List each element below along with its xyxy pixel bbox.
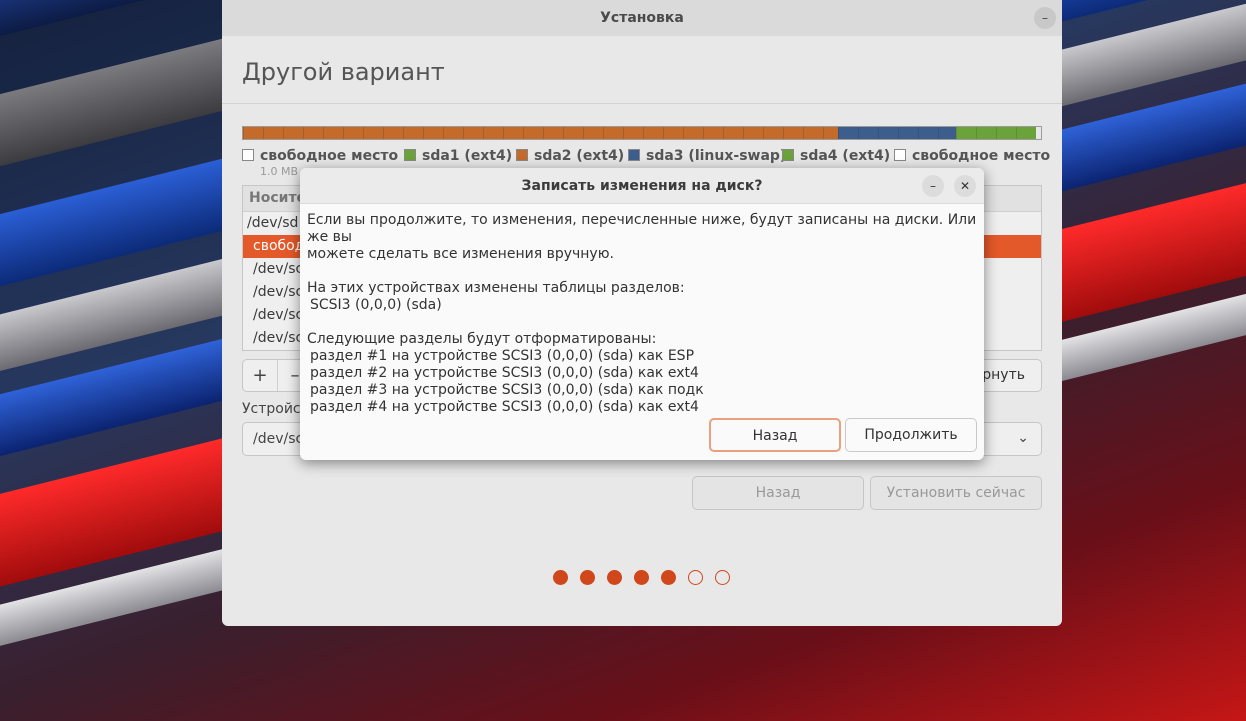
- legend-item-sda2: sda2 (ext4): [516, 148, 624, 164]
- tables-heading: На этих устройствах изменены таблицы раз…: [307, 280, 685, 296]
- progress-dots: [553, 570, 742, 585]
- format-heading: Следующие разделы будут отформатированы:: [307, 331, 657, 347]
- dialog-back-button[interactable]: Назад: [709, 418, 841, 452]
- partition-segment: [955, 127, 1037, 139]
- legend-label: sda1 (ext4): [422, 148, 513, 164]
- partition-bar: [242, 126, 1042, 140]
- progress-dot: [634, 570, 649, 585]
- legend-item-free-start: свободное место 1.0 MB: [242, 148, 399, 178]
- chevron-down-icon: ⌄: [1017, 430, 1029, 446]
- format-item: раздел #3 на устройстве SCSI3 (0,0,0) (s…: [310, 382, 704, 398]
- legend-swatch: [242, 149, 254, 161]
- back-button[interactable]: Назад: [692, 476, 864, 510]
- progress-dot: [580, 570, 595, 585]
- dialog-intro-line: можете сделать все изменения вручную.: [307, 246, 614, 262]
- add-partition-button[interactable]: +: [243, 360, 278, 391]
- dialog-message: Если вы продолжите, то изменения, перечи…: [307, 212, 983, 416]
- legend-swatch: [628, 149, 640, 161]
- legend-label: sda3 (linux-swap): [646, 148, 787, 164]
- legend-label: sda4 (ext4): [800, 148, 891, 164]
- legend-swatch: [404, 149, 416, 161]
- format-item: раздел #2 на устройстве SCSI3 (0,0,0) (s…: [310, 365, 699, 381]
- legend-item-free-end: свободное место: [894, 148, 1050, 164]
- format-item: раздел #4 на устройстве SCSI3 (0,0,0) (s…: [310, 399, 699, 415]
- progress-dot: [607, 570, 622, 585]
- window-titlebar[interactable]: Установка –: [222, 0, 1062, 36]
- legend-size: 1.0 MB: [260, 165, 299, 178]
- legend-label: свободное место: [260, 148, 399, 164]
- progress-dot: [661, 570, 676, 585]
- legend-swatch: [782, 149, 794, 161]
- legend-swatch: [516, 149, 528, 161]
- progress-dot: [688, 570, 703, 585]
- device-select-value: /dev/sc: [253, 431, 304, 447]
- progress-dot: [553, 570, 568, 585]
- page-title: Другой вариант: [242, 58, 445, 86]
- partition-segment: [243, 127, 838, 139]
- confirm-write-dialog: Записать изменения на диск? – ✕ Если вы …: [300, 168, 984, 460]
- partition-segment: [837, 127, 956, 139]
- legend-item-sda3: sda3 (linux-swap): [628, 148, 786, 164]
- legend-item-sda1: sda1 (ext4): [404, 148, 512, 164]
- dialog-titlebar[interactable]: Записать изменения на диск? – ✕: [300, 168, 984, 204]
- legend-swatch: [894, 149, 906, 161]
- page-header: Другой вариант: [222, 36, 1062, 104]
- legend-label: свободное место: [912, 148, 1051, 164]
- bootloader-device-label: Устройс: [242, 401, 301, 417]
- tables-device: SCSI3 (0,0,0) (sda): [310, 297, 442, 313]
- legend-item-sda4: sda4 (ext4): [782, 148, 890, 164]
- format-item: раздел #1 на устройстве SCSI3 (0,0,0) (s…: [310, 348, 695, 364]
- dialog-intro-line: Если вы продолжите, то изменения, перечи…: [307, 212, 977, 245]
- window-title: Установка: [600, 10, 684, 26]
- dialog-close-button[interactable]: ✕: [954, 175, 976, 197]
- progress-dot: [715, 570, 730, 585]
- install-now-button[interactable]: Установить сейчас: [870, 476, 1042, 510]
- dialog-minimize-button[interactable]: –: [922, 175, 944, 197]
- dialog-continue-button[interactable]: Продолжить: [845, 418, 977, 452]
- dialog-title: Записать изменения на диск?: [521, 177, 763, 194]
- legend-label: sda2 (ext4): [534, 148, 625, 164]
- minimize-button[interactable]: –: [1034, 7, 1056, 29]
